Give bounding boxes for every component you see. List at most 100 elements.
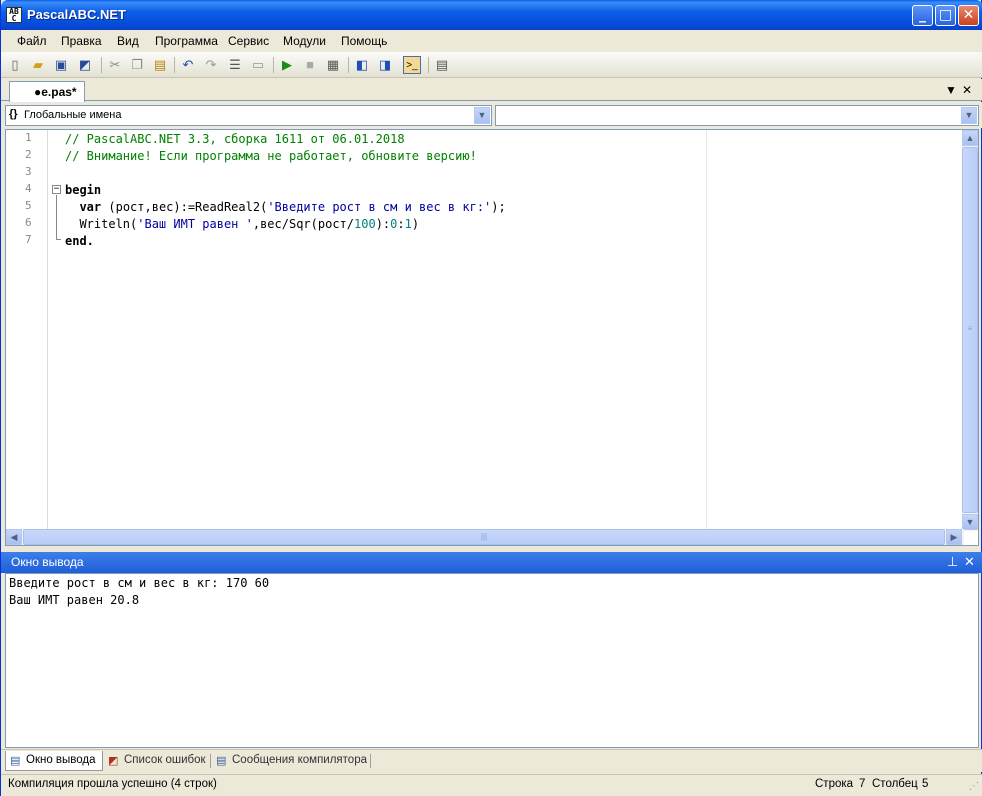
undo-icon[interactable]: ↶ — [179, 56, 197, 74]
fold-guide-end — [56, 239, 61, 240]
scroll-right-icon[interactable]: ▶ — [946, 529, 962, 545]
code-token: 'Введите рост в см и вес в кг:' — [267, 200, 492, 214]
status-row-value: 7 — [859, 778, 866, 790]
code-editor[interactable]: 1 2 3 4 5 6 7 − // PascalABC.NET 3.3, сб… — [5, 129, 979, 546]
code-line[interactable]: // PascalABC.NET 3.3, сборка 1611 от 06.… — [65, 131, 405, 148]
namespace-icon: {} — [9, 108, 18, 120]
code-line[interactable]: var (рост,вес):=ReadReal2('Введите рост … — [65, 199, 505, 216]
tab-compiler-messages-label: Сообщения компилятора — [232, 754, 367, 766]
menu-view[interactable]: Вид — [117, 34, 139, 48]
bottom-tab-strip: ▤ Окно вывода ◩ Список ошибок ▤ Сообщени… — [1, 749, 982, 772]
status-bar: Компиляция прошла успешно (4 строк) Стро… — [1, 774, 982, 796]
chevron-down-icon[interactable]: ▼ — [961, 107, 977, 124]
open-icon[interactable]: ▰ — [29, 56, 47, 74]
output-panel-header: Окно вывода ⊥ ✕ — [1, 552, 982, 573]
toolbar-separator — [428, 57, 429, 73]
fold-collapse-icon[interactable]: − — [52, 185, 61, 194]
status-message: Компиляция прошла успешно (4 строк) — [8, 778, 217, 790]
new-file-icon[interactable]: ▯ — [6, 56, 24, 74]
code-token: end. — [65, 234, 94, 248]
document-tab-strip: ●e.pas* ▼ ✕ — [1, 79, 982, 102]
tab-list-icon[interactable]: ▼ — [945, 83, 957, 97]
main-window: AB C PascalABC.NET _ □ ✕ Файл Правка Вид … — [0, 0, 982, 796]
menu-file[interactable]: Файл — [17, 34, 47, 48]
redo-icon[interactable]: ↷ — [202, 56, 220, 74]
code-token: 1 — [404, 217, 412, 231]
close-panel-icon[interactable]: ✕ — [964, 554, 975, 570]
paste-icon[interactable]: ▤ — [151, 56, 169, 74]
code-token: (рост,вес):=ReadReal2( — [101, 200, 268, 214]
line-number: 6 — [25, 216, 32, 229]
stop-icon[interactable]: ■ — [301, 56, 319, 74]
tab-compiler-messages[interactable]: ▤ Сообщения компилятора — [212, 751, 373, 771]
save-all-icon[interactable]: ◩ — [76, 56, 94, 74]
output-window-icon: ▤ — [10, 755, 21, 767]
status-col-label: Столбец — [872, 778, 918, 790]
menu-service[interactable]: Сервис — [228, 34, 269, 48]
menu-help[interactable]: Помощь — [341, 34, 387, 48]
line-number: 3 — [25, 165, 32, 178]
minimize-icon: _ — [919, 7, 926, 23]
toolbar-separator — [273, 57, 274, 73]
code-token: : — [397, 217, 405, 231]
code-line[interactable]: Writeln('Ваш ИМТ равен ',вес/Sqr(рост/10… — [65, 216, 419, 233]
code-token: // Внимание! Если программа не работает,… — [65, 149, 477, 163]
output-window-icon[interactable]: >_ — [403, 56, 421, 74]
tab-separator — [370, 754, 371, 768]
close-icon: ✕ — [962, 7, 975, 23]
line-number: 2 — [25, 148, 32, 161]
copy-icon[interactable]: ❐ — [128, 56, 146, 74]
menu-program[interactable]: Программа — [155, 34, 218, 48]
pin-icon[interactable]: ⊥ — [947, 554, 958, 570]
uncomment-icon[interactable]: ◨ — [376, 56, 394, 74]
menu-edit[interactable]: Правка — [61, 34, 102, 48]
vertical-scrollbar[interactable]: ▲ ≡ ▼ — [962, 130, 978, 531]
global-names-value: Глобальные имена — [24, 109, 122, 121]
run-icon[interactable]: ▶ — [278, 56, 296, 74]
title-bar[interactable]: AB C PascalABC.NET _ □ ✕ — [1, 0, 982, 30]
status-col-value: 5 — [922, 778, 929, 790]
comment-icon[interactable]: ◧ — [353, 56, 371, 74]
line-number: 7 — [25, 233, 32, 246]
vertical-scroll-thumb[interactable]: ≡ — [962, 147, 978, 513]
save-icon[interactable]: ▣ — [52, 56, 70, 74]
horizontal-scrollbar[interactable]: ◀ ||| ▶ — [6, 529, 964, 545]
close-window-button[interactable]: ✕ — [958, 5, 979, 26]
resize-grip-icon[interactable]: ⋰ — [969, 781, 979, 792]
horizontal-scroll-thumb[interactable]: ||| — [23, 529, 945, 545]
maximize-icon: □ — [938, 7, 953, 23]
compiler-messages-icon: ▤ — [216, 755, 227, 767]
scroll-up-icon[interactable]: ▲ — [962, 130, 978, 146]
form-designer-icon[interactable]: ▦ — [324, 56, 342, 74]
properties-icon[interactable]: ▤ — [433, 56, 451, 74]
chevron-down-icon[interactable]: ▼ — [474, 107, 490, 124]
tab-output-window[interactable]: ▤ Окно вывода — [5, 751, 103, 771]
code-line[interactable]: // Внимание! Если программа не работает,… — [65, 148, 477, 165]
tab-separator — [210, 754, 211, 768]
format-icon[interactable]: ☰ — [226, 56, 244, 74]
code-line[interactable]: begin — [65, 182, 101, 199]
minimize-button[interactable]: _ — [912, 5, 933, 26]
output-window[interactable]: Введите рост в см и вес в кг: 170 60 Ваш… — [5, 573, 979, 748]
output-panel-title: Окно вывода — [11, 555, 84, 569]
close-tab-icon[interactable]: ✕ — [962, 83, 972, 97]
toolbar-separator — [174, 57, 175, 73]
debug-icon[interactable]: ▭ — [249, 56, 267, 74]
cut-icon[interactable]: ✂ — [106, 56, 124, 74]
code-line[interactable]: end. — [65, 233, 94, 250]
line-number: 4 — [25, 182, 32, 195]
code-token: ) — [411, 217, 420, 231]
output-line: Введите рост в см и вес в кг: 170 60 — [9, 576, 270, 590]
scroll-left-icon[interactable]: ◀ — [6, 529, 22, 545]
members-combo[interactable]: ▼ — [495, 105, 979, 126]
tab-error-list[interactable]: ◩ Список ошибок — [104, 751, 212, 771]
menu-modules[interactable]: Модули — [283, 34, 326, 48]
document-tab[interactable]: ●e.pas* — [9, 81, 85, 102]
document-tab-label: ●e.pas* — [34, 85, 77, 99]
global-names-combo[interactable]: {} Глобальные имена ▼ — [5, 105, 492, 126]
maximize-button[interactable]: □ — [935, 5, 956, 26]
code-token: ,вес/Sqr(рост/ — [252, 217, 354, 231]
right-margin-line — [706, 130, 707, 531]
scroll-down-icon[interactable]: ▼ — [962, 514, 978, 530]
error-list-icon: ◩ — [108, 755, 119, 767]
